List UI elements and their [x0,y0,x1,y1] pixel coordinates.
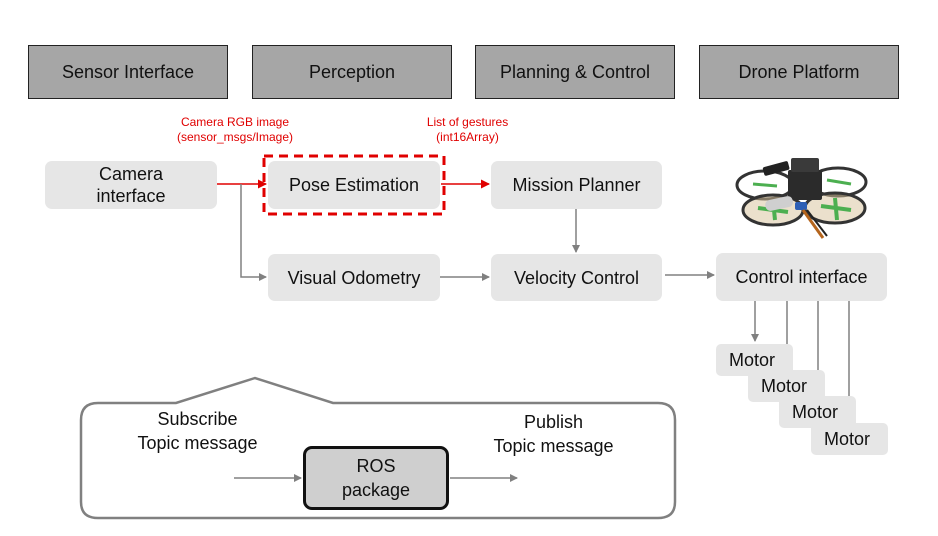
header-perception: Perception [252,45,452,99]
node-camera-interface-line1: Camera [98,164,164,184]
legend-ros-package: ROS package [303,446,449,510]
node-camera-interface: Camera interface [45,161,217,209]
gesture-message-format: (int16Array) [436,130,499,144]
arrow-camera-to-odometry [240,184,267,281]
node-pose-estimation: Pose Estimation [268,161,440,209]
legend-subscribe-line2: Topic message [137,433,258,453]
gesture-message-label: List of gestures (int16Array) [395,115,540,145]
legend-ros-package-line1: ROS [356,456,396,476]
camera-message-label: Camera RGB image (sensor_msgs/Image) [160,115,310,145]
legend-publish-line1: Publish [523,412,584,432]
legend-subscribe-line1: Subscribe [157,409,238,429]
gesture-message-type: List of gestures [426,115,509,129]
legend-publish-line2: Topic message [493,436,614,456]
header-sensor-interface: Sensor Interface [28,45,228,99]
legend-subscribe-label: Subscribe Topic message [120,407,275,455]
camera-message-type: Camera RGB image [180,115,290,129]
legend-publish-label: Publish Topic message [476,410,631,458]
header-planning-control: Planning & Control [475,45,675,99]
node-mission-planner: Mission Planner [491,161,662,209]
node-control-interface: Control interface [716,253,887,301]
node-camera-interface-line2: interface [96,186,166,206]
header-drone-platform: Drone Platform [699,45,899,99]
node-visual-odometry: Visual Odometry [268,254,440,301]
drone-photo [735,158,868,239]
camera-message-format: (sensor_msgs/Image) [176,130,294,144]
node-motor-4: Motor [811,423,888,455]
legend-ros-package-line2: package [341,480,411,500]
node-velocity-control: Velocity Control [491,254,662,301]
